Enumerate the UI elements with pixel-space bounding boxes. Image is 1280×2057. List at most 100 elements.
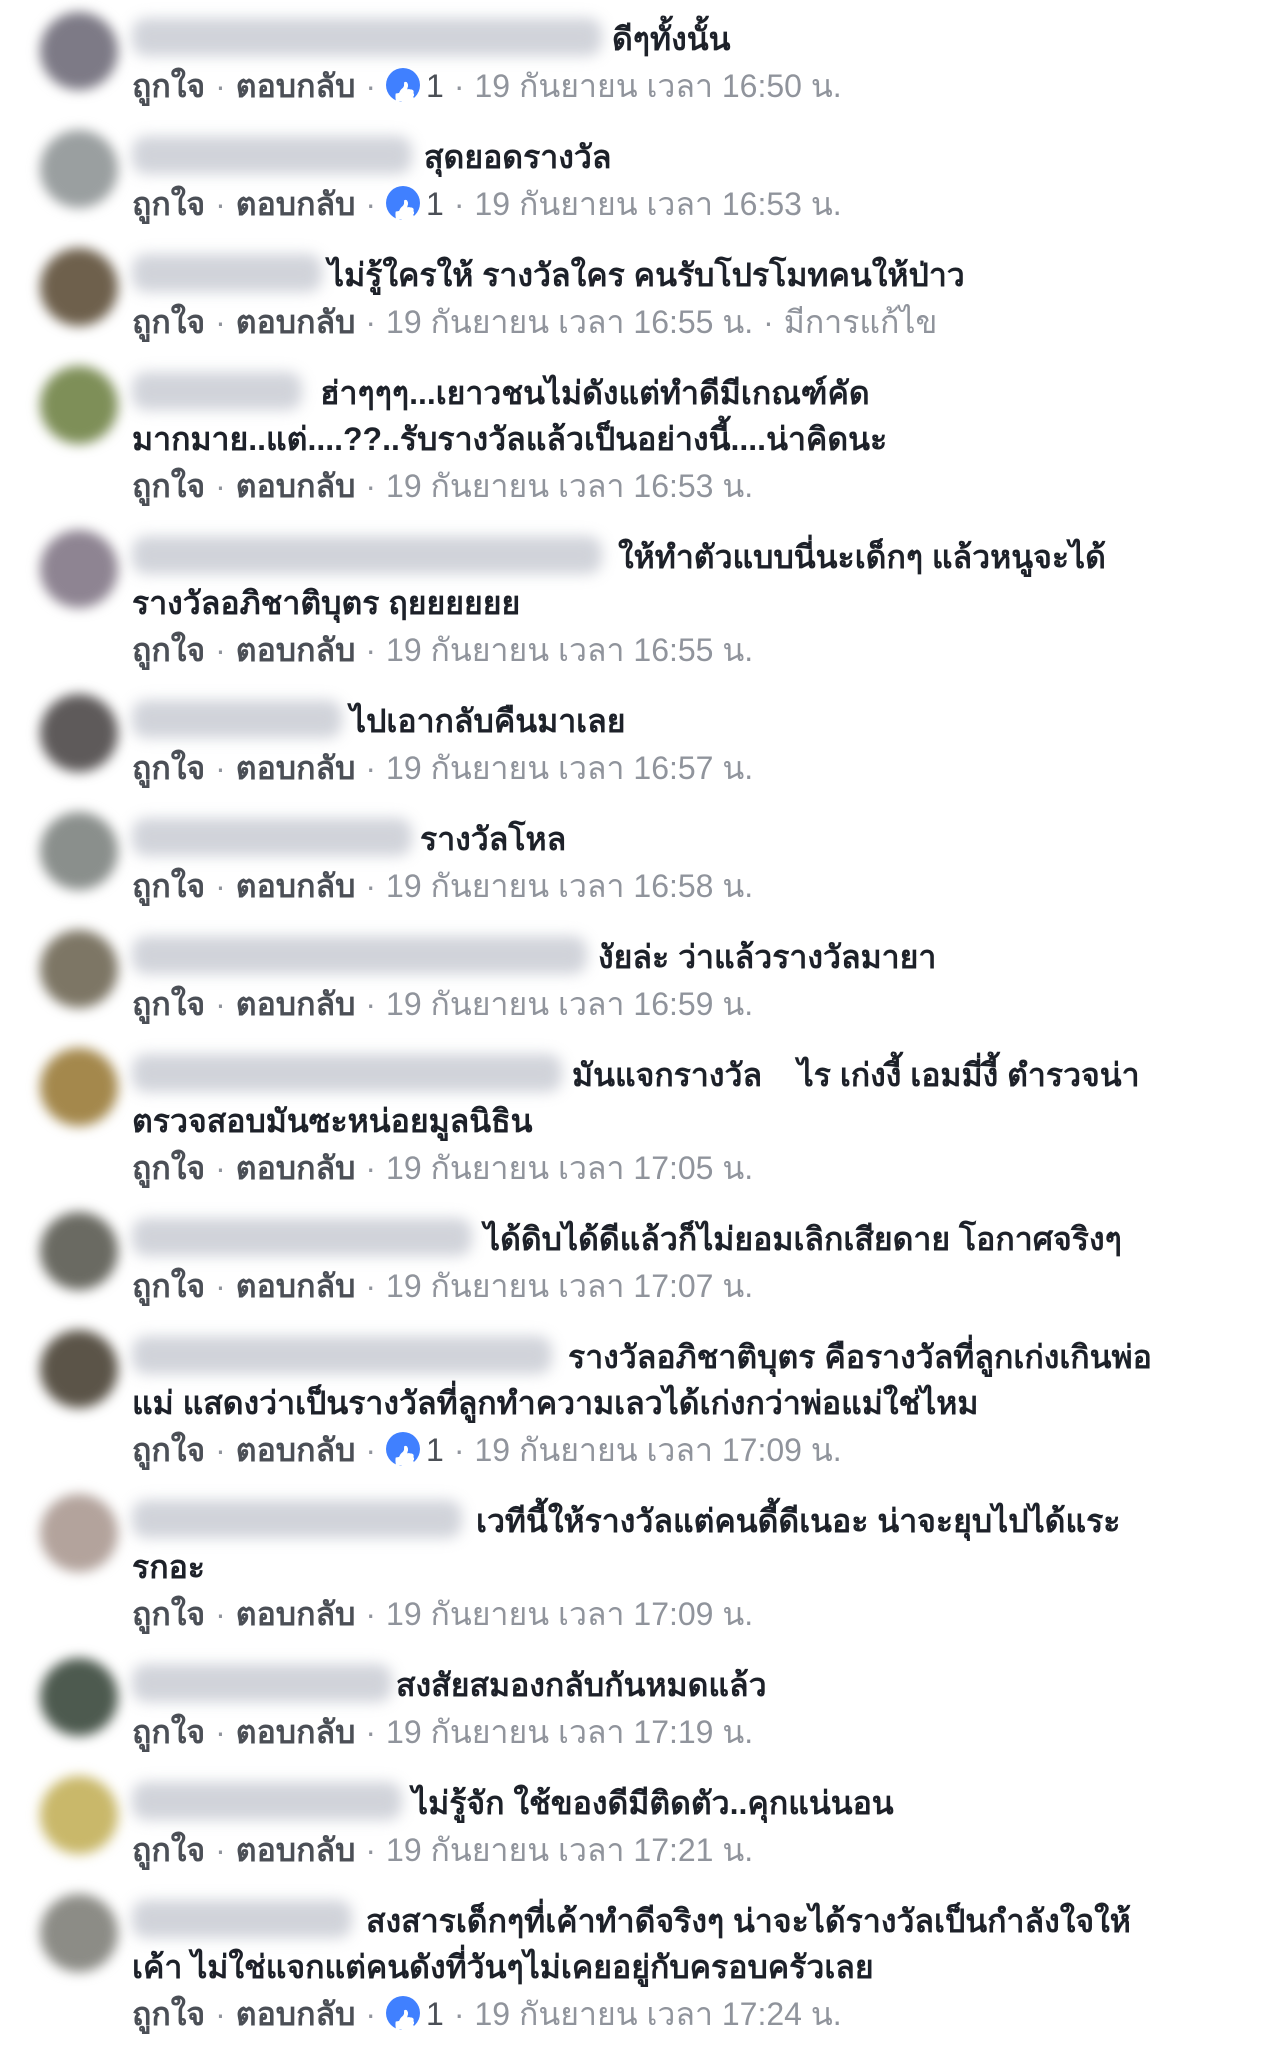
reply-button[interactable]: ตอบกลับ: [236, 1832, 356, 1868]
separator: ·: [365, 986, 377, 1022]
like-button[interactable]: ถูกใจ: [132, 186, 205, 222]
comment-text: งัยล่ะ ว่าแล้วรางวัลมายา: [598, 939, 937, 975]
like-count-icon[interactable]: [386, 1996, 421, 2030]
comment-meta: ถูกใจ · ตอบกลับ · 19 กันยายน เวลา 17:07 น.: [132, 1264, 753, 1308]
like-button[interactable]: ถูกใจ: [132, 868, 205, 904]
commenter-name-blurred[interactable]: [132, 1218, 472, 1256]
avatar[interactable]: [40, 130, 118, 208]
separator: ·: [365, 1596, 377, 1632]
comment-text: รางวัลโหล: [420, 821, 567, 857]
like-count-icon[interactable]: [386, 68, 421, 102]
comment-meta: ถูกใจ · ตอบกลับ · 19 กันยายน เวลา 16:55 น.: [132, 628, 753, 672]
reply-button[interactable]: ตอบกลับ: [236, 1714, 356, 1750]
comment-meta: ถูกใจ·ตอบกลับ·1·19 กันยายน เวลา 17:24 น.: [132, 1992, 842, 2036]
like-button[interactable]: ถูกใจ: [132, 1268, 205, 1304]
like-button[interactable]: ถูกใจ: [132, 750, 205, 786]
reply-button[interactable]: ตอบกลับ: [236, 632, 356, 668]
avatar[interactable]: [40, 930, 118, 1008]
separator: ·: [215, 186, 226, 222]
avatar[interactable]: [40, 530, 118, 608]
reply-button[interactable]: ตอบกลับ: [236, 750, 356, 786]
like-button[interactable]: ถูกใจ: [132, 1714, 205, 1750]
separator: ·: [215, 1996, 226, 2032]
timestamp[interactable]: 19 กันยายน เวลา 16:55 น.: [386, 304, 753, 340]
timestamp[interactable]: 19 กันยายน เวลา 16:59 น.: [386, 986, 753, 1022]
reply-button[interactable]: ตอบกลับ: [236, 68, 356, 104]
avatar[interactable]: [40, 1776, 118, 1854]
comment-text: ให้ทำตัวแบบนี่นะเด็กๆ แล้วหนูจะได้ รางวั…: [132, 539, 1106, 621]
like-button[interactable]: ถูกใจ: [132, 986, 205, 1022]
avatar[interactable]: [40, 812, 118, 890]
timestamp[interactable]: 19 กันยายน เวลา 16:55 น.: [386, 632, 753, 668]
commenter-name-blurred[interactable]: [132, 1664, 392, 1702]
avatar[interactable]: [40, 1658, 118, 1736]
timestamp[interactable]: 19 กันยายน เวลา 17:19 น.: [386, 1714, 753, 1750]
avatar[interactable]: [40, 12, 118, 90]
like-button[interactable]: ถูกใจ: [132, 304, 205, 340]
commenter-name-blurred[interactable]: [132, 18, 602, 56]
avatar[interactable]: [40, 248, 118, 326]
separator: ·: [365, 1714, 377, 1750]
reply-button[interactable]: ตอบกลับ: [236, 468, 356, 504]
reply-button[interactable]: ตอบกลับ: [236, 868, 356, 904]
reply-button[interactable]: ตอบกลับ: [236, 186, 356, 222]
like-count-icon[interactable]: [386, 186, 421, 220]
commenter-name-blurred[interactable]: [132, 818, 412, 856]
avatar[interactable]: [40, 366, 118, 444]
edited-label[interactable]: มีการแก้ไข: [784, 304, 938, 340]
timestamp[interactable]: 19 กันยายน เวลา 17:07 น.: [386, 1268, 753, 1304]
timestamp[interactable]: 19 กันยายน เวลา 16:57 น.: [386, 750, 753, 786]
avatar[interactable]: [40, 1494, 118, 1572]
like-button[interactable]: ถูกใจ: [132, 1832, 205, 1868]
timestamp[interactable]: 19 กันยายน เวลา 17:24 น.: [475, 1996, 842, 2032]
like-count[interactable]: 1: [426, 1432, 444, 1468]
comment-text: ดีๆทั้งนั้น: [612, 21, 731, 57]
comment-thread: ดีๆทั้งนั้น ถูกใจ·ตอบกลับ·1·19 กันยายน เ…: [0, 0, 1280, 2057]
timestamp[interactable]: 19 กันยายน เวลา 16:50 น.: [475, 68, 842, 104]
timestamp[interactable]: 19 กันยายน เวลา 17:09 น.: [386, 1596, 753, 1632]
like-count[interactable]: 1: [426, 68, 444, 104]
comment-meta: ถูกใจ · ตอบกลับ · 19 กันยายน เวลา 17:05 น.: [132, 1146, 753, 1190]
commenter-name-blurred[interactable]: [132, 700, 342, 738]
reply-button[interactable]: ตอบกลับ: [236, 1596, 356, 1632]
separator: ·: [365, 186, 377, 222]
reply-button[interactable]: ตอบกลับ: [236, 1432, 356, 1468]
avatar[interactable]: [40, 694, 118, 772]
timestamp[interactable]: 19 กันยายน เวลา 16:53 น.: [386, 468, 753, 504]
like-button[interactable]: ถูกใจ: [132, 468, 205, 504]
like-button[interactable]: ถูกใจ: [132, 1996, 205, 2032]
timestamp[interactable]: 19 กันยายน เวลา 17:09 น.: [475, 1432, 842, 1468]
separator: ·: [215, 750, 226, 786]
separator: ·: [365, 468, 377, 504]
timestamp[interactable]: 19 กันยายน เวลา 16:58 น.: [386, 868, 753, 904]
comment-meta: ถูกใจ · ตอบกลับ · 19 กันยายน เวลา 17:21 น.: [132, 1828, 753, 1872]
avatar[interactable]: [40, 1212, 118, 1290]
avatar[interactable]: [40, 1330, 118, 1408]
timestamp[interactable]: 19 กันยายน เวลา 16:53 น.: [475, 186, 842, 222]
reply-button[interactable]: ตอบกลับ: [236, 1996, 356, 2032]
separator: ·: [215, 986, 226, 1022]
reply-button[interactable]: ตอบกลับ: [236, 1268, 356, 1304]
separator: ·: [365, 1432, 377, 1468]
like-button[interactable]: ถูกใจ: [132, 1432, 205, 1468]
like-button[interactable]: ถูกใจ: [132, 632, 205, 668]
like-count[interactable]: 1: [426, 186, 444, 222]
avatar[interactable]: [40, 1894, 118, 1972]
reply-button[interactable]: ตอบกลับ: [236, 986, 356, 1022]
like-button[interactable]: ถูกใจ: [132, 1596, 205, 1632]
like-button[interactable]: ถูกใจ: [132, 68, 205, 104]
reply-button[interactable]: ตอบกลับ: [236, 304, 356, 340]
like-button[interactable]: ถูกใจ: [132, 1150, 205, 1186]
separator: ·: [453, 186, 465, 222]
reply-button[interactable]: ตอบกลับ: [236, 1150, 356, 1186]
commenter-name-blurred[interactable]: [132, 1782, 402, 1820]
commenter-name-blurred[interactable]: [132, 936, 587, 974]
commenter-name-blurred[interactable]: [132, 136, 412, 174]
like-count-icon[interactable]: [386, 1432, 421, 1466]
comment-meta: ถูกใจ · ตอบกลับ · 19 กันยายน เวลา 16:55 น. · ม…: [132, 300, 937, 344]
avatar[interactable]: [40, 1048, 118, 1126]
timestamp[interactable]: 19 กันยายน เวลา 17:05 น.: [386, 1150, 753, 1186]
like-count[interactable]: 1: [426, 1996, 444, 2032]
commenter-name-blurred[interactable]: [132, 254, 322, 292]
timestamp[interactable]: 19 กันยายน เวลา 17:21 น.: [386, 1832, 753, 1868]
